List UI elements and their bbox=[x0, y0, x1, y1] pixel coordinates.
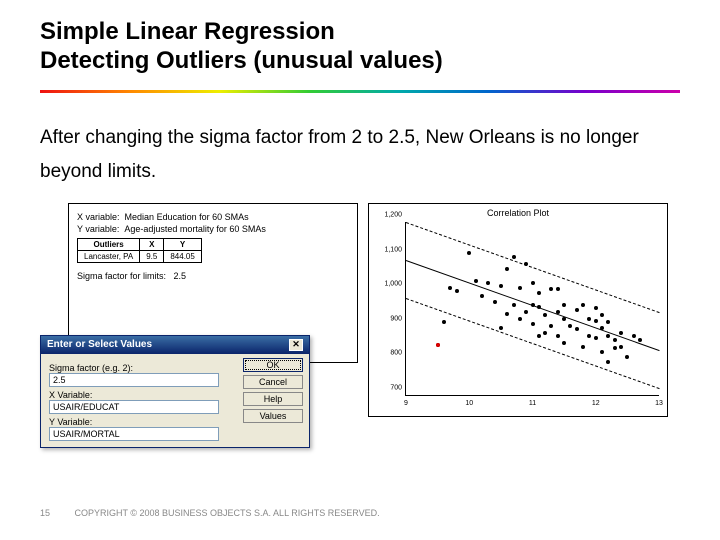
sigma-input[interactable] bbox=[49, 373, 219, 387]
body-paragraph: After changing the sigma factor from 2 t… bbox=[40, 121, 680, 189]
yvar-value: Age-adjusted mortality for 60 SMAs bbox=[124, 224, 266, 234]
title-line-2: Detecting Outliers (unusual values) bbox=[40, 47, 443, 74]
help-button[interactable]: Help bbox=[243, 392, 303, 406]
xvar-input[interactable] bbox=[49, 400, 219, 414]
xvar-value: Median Education for 60 SMAs bbox=[125, 212, 249, 222]
slide-title: Simple Linear Regression Detecting Outli… bbox=[0, 0, 720, 82]
chart-title: Correlation Plot bbox=[369, 204, 667, 218]
title-line-1: Simple Linear Regression bbox=[40, 18, 335, 45]
cancel-button[interactable]: Cancel bbox=[243, 375, 303, 389]
outliers-table: Outliers X Y Lancaster, PA 9.5 844.05 bbox=[77, 238, 202, 263]
page-number: 15 bbox=[40, 508, 50, 518]
slide-footer: 15 COPYRIGHT © 2008 BUSINESS OBJECTS S.A… bbox=[40, 508, 380, 518]
correlation-plot: Correlation Plot 7008009001,0001,1001,20… bbox=[368, 203, 668, 417]
xvar-label: X variable: bbox=[77, 212, 120, 222]
outliers-col-y: Y bbox=[164, 238, 201, 250]
close-icon[interactable]: ✕ bbox=[289, 339, 303, 351]
sigma-value: 2.5 bbox=[174, 271, 187, 281]
yvar-label: Y variable: bbox=[77, 224, 119, 234]
divider-rainbow bbox=[40, 90, 680, 93]
plot-area: 7008009001,0001,1001,200910111213 bbox=[405, 222, 659, 396]
values-button[interactable]: Values bbox=[243, 409, 303, 423]
dialog-title-text: Enter or Select Values bbox=[47, 339, 152, 350]
outliers-col-name: Outliers bbox=[78, 238, 140, 250]
outliers-col-x: X bbox=[140, 238, 164, 250]
ok-button[interactable]: OK bbox=[243, 358, 303, 372]
copyright-text: COPYRIGHT © 2008 BUSINESS OBJECTS S.A. A… bbox=[75, 508, 380, 518]
enter-values-dialog: Enter or Select Values ✕ Sigma factor (e… bbox=[40, 335, 310, 448]
sigma-label: Sigma factor for limits: bbox=[77, 271, 166, 281]
yvar-input[interactable] bbox=[49, 427, 219, 441]
dialog-titlebar: Enter or Select Values ✕ bbox=[41, 336, 309, 354]
table-row: Lancaster, PA 9.5 844.05 bbox=[78, 250, 202, 262]
